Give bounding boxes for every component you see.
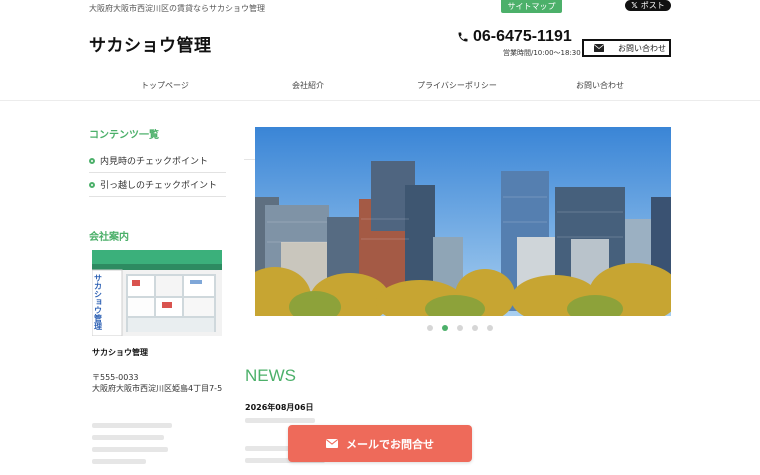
- shop-photo: サカショウ管理: [92, 250, 222, 336]
- postal-code: 〒555-0033: [92, 373, 139, 382]
- nav-divider: [0, 100, 760, 101]
- business-hours: 営業時間/10:00〜18:30: [503, 49, 581, 57]
- bullet-icon: [89, 157, 95, 164]
- envelope-icon: [326, 439, 338, 448]
- nav-item-top[interactable]: トップページ: [141, 80, 189, 91]
- x-post-label: ポスト: [640, 1, 665, 10]
- slider-dot[interactable]: [457, 325, 463, 331]
- nav-item-privacy[interactable]: プライバシーポリシー: [417, 80, 497, 91]
- faded-text-line: [245, 418, 315, 423]
- slider-dot[interactable]: [427, 325, 433, 331]
- sidebar: コンテンツ一覧 内見時のチェックポイント 引っ越しのチェックポイント: [89, 126, 226, 197]
- nav-item-company[interactable]: 会社紹介: [292, 80, 324, 91]
- site-logo-title[interactable]: サカショウ管理: [89, 31, 212, 56]
- slider-dot-active[interactable]: [442, 325, 448, 331]
- site-tagline: 大阪府大阪市西淀川区の賃貸ならサカショウ管理: [89, 4, 265, 13]
- phone-icon: [458, 32, 468, 42]
- contents-link-label: 引っ越しのチェックポイント: [100, 181, 218, 191]
- slider-dot[interactable]: [472, 325, 478, 331]
- slider-dots: [427, 325, 493, 331]
- faded-text-line: [92, 435, 164, 440]
- company-heading: 会社案内: [89, 232, 129, 243]
- main-nav: トップページ 会社紹介 プライバシーポリシー お問い合わせ: [0, 80, 760, 92]
- bullet-icon: [89, 181, 95, 188]
- mail-contact-button[interactable]: メールでお問合せ: [288, 425, 472, 462]
- contact-button-label: お問い合わせ: [618, 43, 666, 53]
- nav-item-contact[interactable]: お問い合わせ: [576, 80, 624, 91]
- list-item[interactable]: 引っ越しのチェックポイント: [89, 173, 226, 197]
- x-post-button[interactable]: 𝕏 ポスト: [625, 0, 671, 11]
- sitemap-button[interactable]: サイトマップ: [501, 0, 562, 13]
- contents-heading: コンテンツ一覧: [89, 130, 159, 141]
- address: 大阪府大阪市西淀川区姫島4丁目7-5: [92, 384, 223, 393]
- contents-list: 内見時のチェックポイント 引っ越しのチェックポイント: [89, 149, 226, 197]
- phone-block: 06-6475-1191: [457, 28, 572, 46]
- contents-link-label: 内見時のチェックポイント: [100, 157, 209, 167]
- list-item[interactable]: 内見時のチェックポイント: [89, 149, 226, 173]
- mail-contact-label: メールでお問合せ: [346, 437, 434, 451]
- faded-text-line: [92, 459, 146, 464]
- company-name: サカショウ管理: [92, 348, 148, 357]
- shop-sign-text: サカショウ管理: [94, 274, 103, 331]
- envelope-icon: [594, 44, 604, 52]
- news-date: 2026年08月06日: [245, 403, 314, 412]
- contact-button[interactable]: お問い合わせ: [582, 39, 671, 57]
- slider-dot[interactable]: [487, 325, 493, 331]
- phone-number[interactable]: 06-6475-1191: [473, 28, 572, 46]
- x-logo-icon: 𝕏: [631, 1, 638, 10]
- hero-slider-image[interactable]: [255, 127, 671, 316]
- faded-text-line: [92, 423, 172, 428]
- faded-text-line: [92, 447, 168, 452]
- news-heading: NEWS: [245, 366, 296, 385]
